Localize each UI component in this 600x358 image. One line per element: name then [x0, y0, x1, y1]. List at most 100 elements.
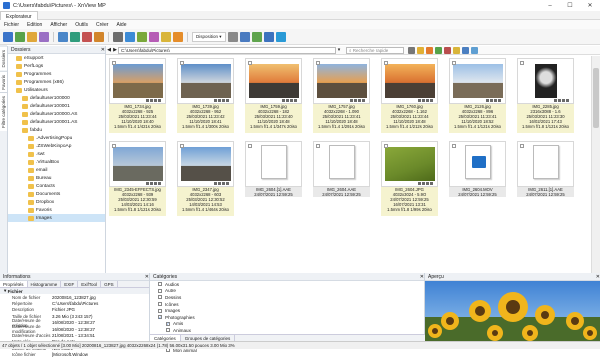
sort-icon[interactable] — [227, 31, 238, 42]
rotate-icon[interactable] — [82, 31, 92, 42]
category-checkbox[interactable] — [158, 308, 162, 313]
thumbnail-item[interactable]: IMG_1739.jpg 4032x2268 - 952 25/03/2021 11… — [175, 56, 236, 134]
folder-node[interactable]: Dropbox — [8, 198, 105, 206]
select-checkbox[interactable] — [112, 61, 116, 65]
thumbnail-item[interactable]: IMG_2611.[1].AAE 24/07/2021 12:59:25 — [515, 139, 576, 217]
category-checkbox[interactable] — [158, 288, 162, 293]
select-checkbox[interactable] — [180, 144, 184, 148]
settings-icon[interactable] — [263, 31, 274, 42]
category-item[interactable]: Images — [150, 307, 424, 314]
tab-proprietes[interactable]: Propriétés — [0, 281, 28, 287]
thumbnail-item[interactable]: IMG_1759.jpg 4032x2268 - 182 25/03/2021 11… — [243, 56, 304, 134]
path-input[interactable]: C:\Users\fabdu\Pictures\ — [118, 46, 336, 54]
folder-node[interactable]: .swt — [8, 150, 105, 158]
folder-node[interactable]: Programmes (x86) — [8, 78, 105, 86]
slideshow-icon[interactable] — [70, 31, 80, 42]
category-item[interactable]: Autre — [150, 288, 424, 295]
category-checkbox[interactable]: ✓ — [158, 315, 162, 320]
tag-icon[interactable] — [161, 31, 171, 42]
close-icon[interactable]: ✕ — [145, 274, 149, 280]
folder-node[interactable]: .ZSWebKinpoAp — [8, 142, 105, 150]
category-item[interactable]: Audios — [150, 281, 424, 288]
tab-dossiers[interactable]: Dossiers — [0, 46, 7, 71]
select-checkbox[interactable] — [248, 61, 252, 65]
folder-node[interactable]: Utilisateurs — [8, 86, 105, 94]
select-checkbox[interactable] — [248, 144, 252, 148]
tab-favoris[interactable]: Favoris — [0, 70, 7, 93]
tab-filtre-categories[interactable]: Filtre catégories — [0, 92, 7, 132]
thumbnail-size-icon[interactable] — [239, 31, 250, 42]
view-icon[interactable] — [15, 31, 25, 42]
folder-node[interactable]: Images — [8, 214, 105, 222]
folder-node[interactable]: Contacts — [8, 182, 105, 190]
thumbnail-item[interactable]: IMG_1734.jpg 4032x2268 - 925 25/03/2021 11… — [107, 56, 168, 134]
quick-search-input[interactable]: ⌕ Recherche rapide — [346, 46, 404, 54]
thumbnail-item[interactable]: IMG_2604.AAE 24/07/2021 12:59:25 — [311, 139, 372, 217]
filter-icon[interactable] — [251, 31, 262, 42]
folder-node[interactable]: defaultuser100001.AS — [8, 118, 105, 126]
menu-outils[interactable]: Outils — [71, 22, 92, 28]
category-checkbox[interactable] — [158, 282, 162, 287]
thumbnail-item[interactable]: IMG_2285.jpg 2316x3088 - 1.6 25/03/2021 11… — [515, 56, 576, 134]
view-mode-icon[interactable] — [408, 46, 415, 54]
folder-node[interactable]: .AdvertisingPopu — [8, 134, 105, 142]
delete-icon[interactable] — [444, 46, 451, 54]
star-icon[interactable] — [453, 46, 460, 54]
folder-node[interactable]: .VirtualBox — [8, 158, 105, 166]
folder-node[interactable]: defaultuser100000 — [8, 94, 105, 102]
thumbnail-item[interactable]: IMG_1760.jpg 4032x2268 - 1.162 25/03/2021 … — [379, 56, 440, 134]
category-checkbox[interactable] — [166, 328, 170, 333]
compare-icon[interactable] — [149, 31, 159, 42]
thumbnail-item[interactable]: IMG_2347.jpg 4032x2268 - 603 25/03/2021 12… — [175, 139, 236, 217]
tab-explorateur[interactable]: Explorateur — [0, 11, 38, 20]
select-checkbox[interactable] — [520, 61, 524, 65]
category-checkbox[interactable] — [158, 302, 162, 307]
check-icon[interactable] — [435, 46, 442, 54]
menu-afficher[interactable]: Afficher — [46, 22, 71, 28]
tab-histogramme[interactable]: Histogramme — [28, 281, 62, 287]
batch-icon[interactable] — [137, 31, 147, 42]
thumbnail-item[interactable]: IMG_1757.jpg 4032x2268 - 1.090 25/03/2021 … — [311, 56, 372, 134]
category-item[interactable]: ✓ Photographies — [150, 314, 424, 321]
display-dropdown[interactable]: Disposition ▾ — [192, 31, 226, 42]
folder-node[interactable]: defaultuser100001 — [8, 102, 105, 110]
share-icon[interactable] — [125, 31, 135, 42]
menu-creer[interactable]: Créer — [92, 22, 113, 28]
label-icon[interactable] — [426, 46, 433, 54]
folder-node[interactable]: fabdu — [8, 126, 105, 134]
close-icon[interactable]: ✕ — [420, 274, 424, 280]
select-checkbox[interactable] — [316, 61, 320, 65]
maximize-button[interactable]: ☐ — [560, 0, 580, 11]
folder-node[interactable]: Documents — [8, 190, 105, 198]
folder-node[interactable]: PerfLogs — [8, 62, 105, 70]
dropdown-icon[interactable]: ▾ — [336, 47, 342, 53]
select-checkbox[interactable] — [384, 144, 388, 148]
select-checkbox[interactable] — [452, 61, 456, 65]
tab-exif[interactable]: EXIF — [61, 281, 79, 287]
refresh-icon[interactable] — [58, 31, 68, 42]
folder-node[interactable]: eSupport — [8, 54, 105, 62]
select-checkbox[interactable] — [520, 144, 524, 148]
folder-node[interactable]: Bureau — [8, 174, 105, 182]
thumbnail-item[interactable]: IMG_2604.[1].AAE 24/07/2021 12:59:25 — [243, 139, 304, 217]
menu-fichier[interactable]: Fichier — [0, 22, 23, 28]
grid-scrollbar[interactable] — [591, 56, 600, 273]
thumbnail-item[interactable]: IMG_2604.MOV 24/07/2021 12:59:25 — [447, 139, 508, 217]
close-icon[interactable]: ✕ — [596, 274, 600, 280]
thumbnail-item[interactable]: IMG_2345-EFFECTS.jpg 4032x2268 - 939 25/03… — [107, 139, 168, 217]
menu-aide[interactable]: Aide — [112, 22, 130, 28]
thumbnail-item[interactable]: IMG_2126.jpg 4032x2268 - 896 25/03/2021 11… — [447, 56, 508, 134]
thumbnail-item[interactable]: IMG_2604.JPG 4032x3024 - 5.9O 24/07/2021 1… — [379, 139, 440, 217]
category-checkbox[interactable] — [158, 295, 162, 300]
print-icon[interactable] — [113, 31, 123, 42]
zoom-slider-icon[interactable] — [471, 46, 478, 54]
tab-gps[interactable]: GPS — [101, 281, 118, 287]
category-item[interactable]: Dessins — [150, 294, 424, 301]
select-checkbox[interactable] — [384, 61, 388, 65]
rating-icon[interactable] — [417, 46, 424, 54]
category-item[interactable]: ✓ Amis — [150, 321, 424, 328]
select-checkbox[interactable] — [180, 61, 184, 65]
select-checkbox[interactable] — [452, 144, 456, 148]
scrollbar-thumb[interactable] — [593, 68, 599, 128]
sort-order-icon[interactable] — [462, 46, 469, 54]
